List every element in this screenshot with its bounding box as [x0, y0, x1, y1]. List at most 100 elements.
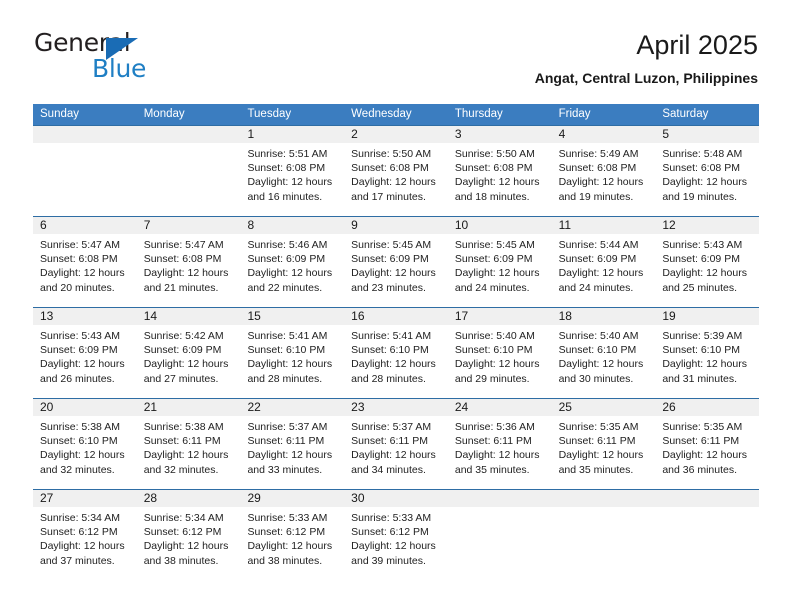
day-cell[interactable]: 6 Sunrise: 5:47 AM Sunset: 6:08 PM Dayli…: [33, 217, 137, 307]
day-cell[interactable]: 8 Sunrise: 5:46 AM Sunset: 6:09 PM Dayli…: [240, 217, 344, 307]
sunset-text: Sunset: 6:09 PM: [662, 253, 740, 266]
sunrise-text: Sunrise: 5:37 AM: [247, 421, 328, 433]
sunset-text: Sunset: 6:08 PM: [247, 162, 326, 175]
sunset-text: Sunset: 6:09 PM: [247, 253, 326, 266]
day-number: 25: [558, 400, 572, 414]
day-cell[interactable]: 24 Sunrise: 5:36 AM Sunset: 6:11 PM Dayl…: [448, 399, 552, 489]
day-cell[interactable]: [655, 490, 759, 580]
day-details: Sunrise: 5:40 AM Sunset: 6:10 PM Dayligh…: [455, 329, 548, 386]
sunrise-text: Sunrise: 5:45 AM: [351, 239, 432, 251]
day-cell[interactable]: 3 Sunrise: 5:50 AM Sunset: 6:08 PM Dayli…: [448, 126, 552, 216]
day-cell[interactable]: 12 Sunrise: 5:43 AM Sunset: 6:09 PM Dayl…: [655, 217, 759, 307]
day-cell[interactable]: [448, 490, 552, 580]
sunrise-text: Sunrise: 5:35 AM: [662, 421, 743, 433]
day-cell[interactable]: 29 Sunrise: 5:33 AM Sunset: 6:12 PM Dayl…: [240, 490, 344, 580]
sunrise-text: Sunrise: 5:37 AM: [351, 421, 432, 433]
day-details: Sunrise: 5:37 AM Sunset: 6:11 PM Dayligh…: [351, 420, 444, 477]
daylight-text-line2: and 18 minutes.: [454, 190, 530, 203]
calendar-week-row: 13 Sunrise: 5:43 AM Sunset: 6:09 PM Dayl…: [33, 307, 759, 398]
day-number: 23: [351, 400, 365, 414]
daylight-text-line2: and 27 minutes.: [143, 372, 219, 385]
day-cell[interactable]: 25 Sunrise: 5:35 AM Sunset: 6:11 PM Dayl…: [552, 399, 656, 489]
day-number: 1: [247, 127, 255, 141]
day-cell[interactable]: 30 Sunrise: 5:33 AM Sunset: 6:12 PM Dayl…: [344, 490, 448, 580]
day-details: Sunrise: 5:40 AM Sunset: 6:10 PM Dayligh…: [559, 329, 652, 386]
day-cell[interactable]: 2 Sunrise: 5:50 AM Sunset: 6:08 PM Dayli…: [344, 126, 448, 216]
day-number: 18: [558, 309, 572, 323]
weekday-header-thursday: Thursday: [454, 108, 503, 120]
day-cell[interactable]: 1 Sunrise: 5:51 AM Sunset: 6:08 PM Dayli…: [240, 126, 344, 216]
day-details: Sunrise: 5:45 AM Sunset: 6:09 PM Dayligh…: [455, 238, 548, 295]
day-cell[interactable]: 4 Sunrise: 5:49 AM Sunset: 6:08 PM Dayli…: [552, 126, 656, 216]
daylight-text-line2: and 19 minutes.: [662, 190, 738, 203]
calendar-page: General Blue April 2025 Angat, Central L…: [0, 0, 792, 612]
day-cell[interactable]: 13 Sunrise: 5:43 AM Sunset: 6:09 PM Dayl…: [33, 308, 137, 398]
daylight-text-line2: and 35 minutes.: [454, 463, 530, 476]
daylight-text-line1: Daylight: 12 hours: [558, 449, 644, 462]
day-details: Sunrise: 5:42 AM Sunset: 6:09 PM Dayligh…: [144, 329, 237, 386]
day-details: Sunrise: 5:38 AM Sunset: 6:10 PM Dayligh…: [40, 420, 133, 477]
day-cell[interactable]: 19 Sunrise: 5:39 AM Sunset: 6:10 PM Dayl…: [655, 308, 759, 398]
sunrise-text: Sunrise: 5:44 AM: [558, 239, 639, 251]
sunrise-text: Sunrise: 5:35 AM: [558, 421, 639, 433]
day-cell[interactable]: [137, 126, 241, 216]
sunrise-text: Sunrise: 5:38 AM: [40, 421, 120, 433]
page-title: April 2025: [636, 30, 758, 60]
day-cell[interactable]: 7 Sunrise: 5:47 AM Sunset: 6:08 PM Dayli…: [137, 217, 241, 307]
day-cell[interactable]: [33, 126, 137, 216]
day-cell[interactable]: 16 Sunrise: 5:41 AM Sunset: 6:10 PM Dayl…: [344, 308, 448, 398]
sunset-text: Sunset: 6:09 PM: [351, 253, 429, 266]
sunrise-text: Sunrise: 5:33 AM: [351, 512, 432, 524]
day-cell[interactable]: 11 Sunrise: 5:44 AM Sunset: 6:09 PM Dayl…: [552, 217, 656, 307]
general-blue-logo[interactable]: General Blue: [34, 28, 254, 88]
day-cell[interactable]: 17 Sunrise: 5:40 AM Sunset: 6:10 PM Dayl…: [448, 308, 552, 398]
sunrise-text: Sunrise: 5:50 AM: [454, 148, 535, 160]
location-subtitle: Angat, Central Luzon, Philippines: [534, 70, 758, 86]
day-number: 19: [662, 309, 676, 323]
day-details: Sunrise: 5:39 AM Sunset: 6:10 PM Dayligh…: [662, 329, 755, 386]
day-cell[interactable]: 15 Sunrise: 5:41 AM Sunset: 6:10 PM Dayl…: [240, 308, 344, 398]
sunrise-text: Sunrise: 5:42 AM: [143, 330, 224, 342]
day-details: Sunrise: 5:38 AM Sunset: 6:11 PM Dayligh…: [144, 420, 237, 477]
day-details: Sunrise: 5:33 AM Sunset: 6:12 PM Dayligh…: [351, 511, 444, 568]
sunset-text: Sunset: 6:12 PM: [351, 526, 429, 539]
sunset-text: Sunset: 6:10 PM: [662, 344, 740, 357]
daylight-text-line2: and 19 minutes.: [558, 190, 634, 203]
day-cell[interactable]: 5 Sunrise: 5:48 AM Sunset: 6:08 PM Dayli…: [655, 126, 759, 216]
day-cell[interactable]: 20 Sunrise: 5:38 AM Sunset: 6:10 PM Dayl…: [33, 399, 137, 489]
day-cell[interactable]: 23 Sunrise: 5:37 AM Sunset: 6:11 PM Dayl…: [344, 399, 448, 489]
day-details: Sunrise: 5:41 AM Sunset: 6:10 PM Dayligh…: [351, 329, 444, 386]
sunset-text: Sunset: 6:12 PM: [40, 526, 118, 539]
daylight-text-line1: Daylight: 12 hours: [143, 267, 229, 280]
daylight-text-line2: and 17 minutes.: [351, 190, 426, 203]
daylight-text-line1: Daylight: 12 hours: [247, 540, 333, 553]
day-cell[interactable]: 26 Sunrise: 5:35 AM Sunset: 6:11 PM Dayl…: [655, 399, 759, 489]
day-number: 2: [351, 127, 358, 141]
day-cell[interactable]: 9 Sunrise: 5:45 AM Sunset: 6:09 PM Dayli…: [344, 217, 448, 307]
day-number: 10: [454, 218, 469, 232]
day-cell[interactable]: 14 Sunrise: 5:42 AM Sunset: 6:09 PM Dayl…: [137, 308, 241, 398]
day-cell[interactable]: 28 Sunrise: 5:34 AM Sunset: 6:12 PM Dayl…: [137, 490, 241, 580]
daylight-text-line1: Daylight: 12 hours: [662, 449, 747, 462]
day-number: 24: [454, 400, 469, 414]
day-cell[interactable]: [552, 490, 656, 580]
weekday-header-monday: Monday: [143, 108, 185, 120]
sunset-text: Sunset: 6:11 PM: [351, 435, 429, 448]
sunrise-text: Sunrise: 5:40 AM: [558, 330, 639, 342]
day-cell[interactable]: 10 Sunrise: 5:45 AM Sunset: 6:09 PM Dayl…: [448, 217, 552, 307]
daylight-text-line2: and 32 minutes.: [40, 463, 115, 476]
daylight-text-line1: Daylight: 12 hours: [247, 176, 333, 189]
daylight-text-line2: and 39 minutes.: [351, 554, 426, 567]
weekday-header-sunday: Sunday: [40, 108, 80, 120]
daylight-text-line1: Daylight: 12 hours: [558, 267, 644, 280]
daylight-text-line1: Daylight: 12 hours: [351, 358, 436, 371]
daylight-text-line2: and 35 minutes.: [558, 463, 634, 476]
daylight-text-line1: Daylight: 12 hours: [247, 449, 333, 462]
day-cell[interactable]: 27 Sunrise: 5:34 AM Sunset: 6:12 PM Dayl…: [33, 490, 137, 580]
sunset-text: Sunset: 6:12 PM: [143, 526, 222, 539]
day-cell[interactable]: 22 Sunrise: 5:37 AM Sunset: 6:11 PM Dayl…: [240, 399, 344, 489]
sunset-text: Sunset: 6:08 PM: [351, 162, 429, 175]
weekday-header-tuesday: Tuesday: [247, 108, 292, 120]
day-cell[interactable]: 18 Sunrise: 5:40 AM Sunset: 6:10 PM Dayl…: [552, 308, 656, 398]
day-cell[interactable]: 21 Sunrise: 5:38 AM Sunset: 6:11 PM Dayl…: [137, 399, 241, 489]
